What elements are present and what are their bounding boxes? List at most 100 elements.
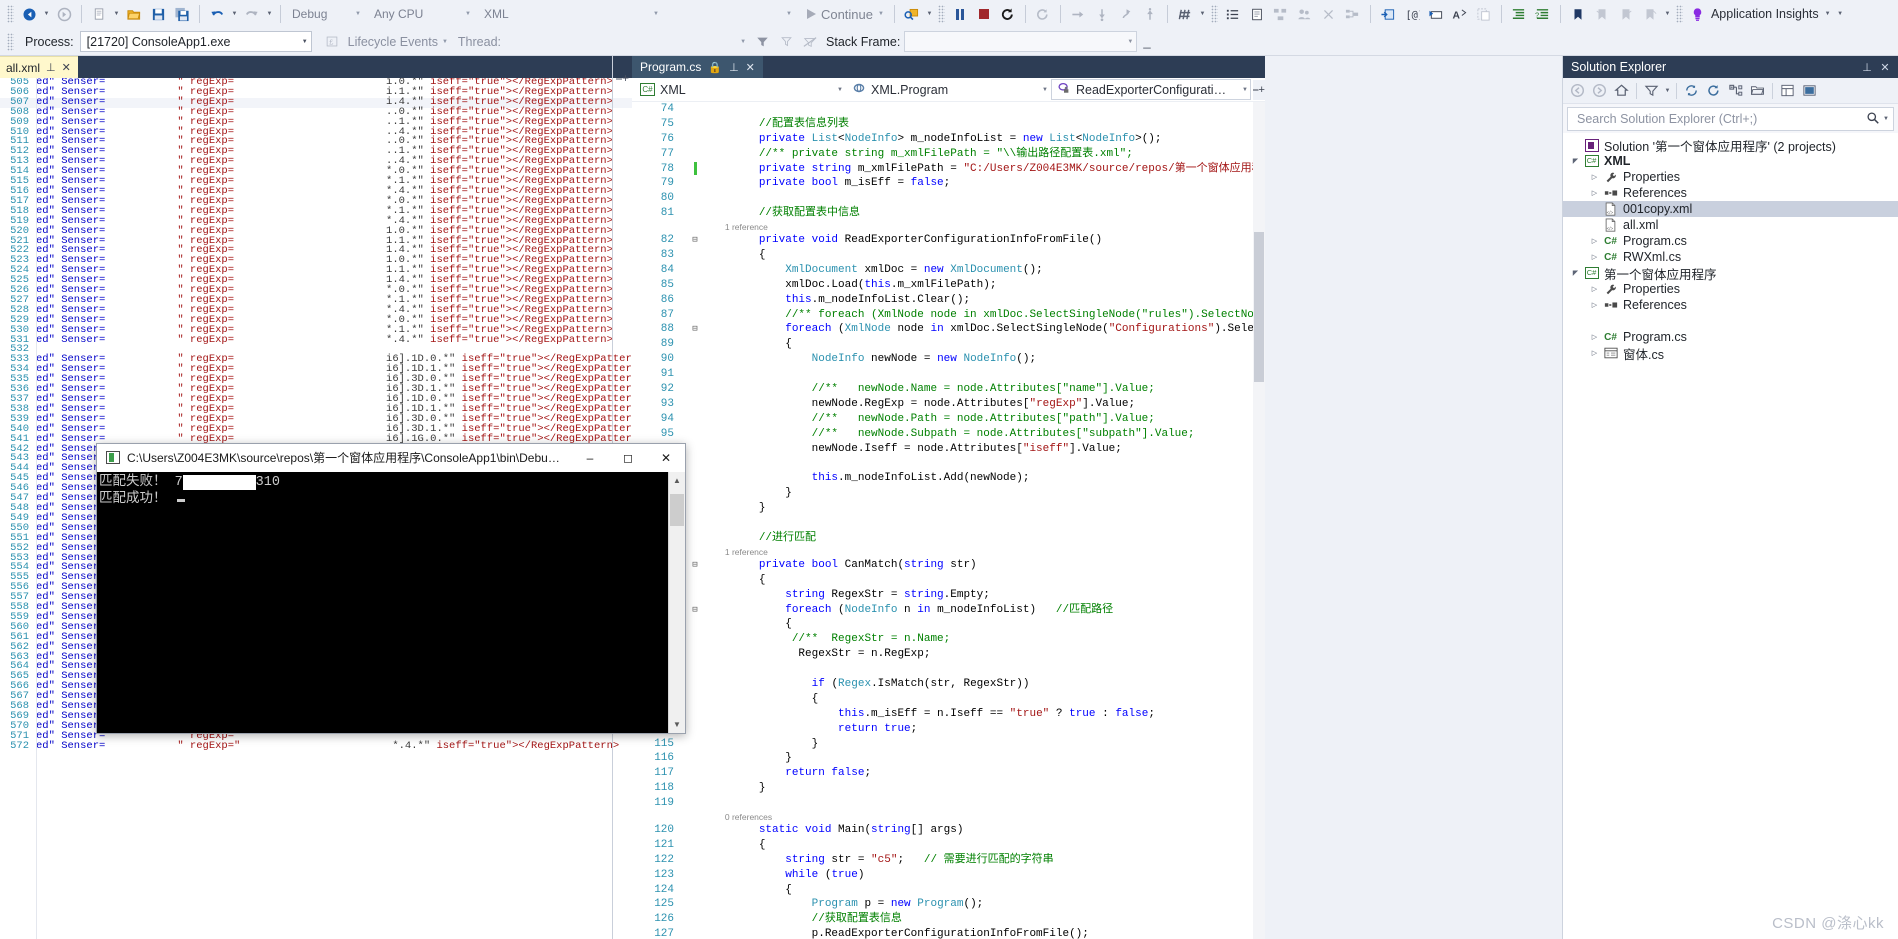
outlining-margin[interactable] (684, 412, 706, 427)
outlining-margin[interactable] (684, 382, 706, 397)
outlining-margin[interactable] (684, 573, 706, 588)
expand-arrow-icon[interactable]: ▷ (1588, 301, 1601, 309)
tree-item-references[interactable]: ▷ References (1563, 185, 1898, 201)
redo-dropdown[interactable] (264, 3, 275, 25)
editor-split-handle[interactable]: ⎯+ (1253, 80, 1265, 100)
restart-icon[interactable] (997, 3, 1019, 25)
outlining-margin[interactable]: ⊟ (684, 558, 706, 573)
tree-item-窗体-cs[interactable]: ▷ 窗体.cs (1563, 345, 1898, 362)
console-titlebar[interactable]: C:\Users\Z004E3MK\source\repos\第一个窗体应用程序… (97, 444, 685, 472)
outlining-margin[interactable] (684, 278, 706, 293)
outlining-margin[interactable] (684, 677, 706, 692)
expand-arrow-icon[interactable]: ▷ (1588, 253, 1601, 261)
outlining-margin[interactable] (684, 868, 706, 883)
new-item-dropdown[interactable] (111, 3, 122, 25)
document-outline-icon[interactable] (1246, 3, 1268, 25)
clear-bookmarks-icon[interactable] (1639, 3, 1661, 25)
close-panel-icon[interactable] (1318, 3, 1340, 25)
stop-debugging-icon[interactable] (973, 3, 995, 25)
tree-item-references[interactable]: ▷ References (1563, 297, 1898, 313)
close-icon[interactable]: ✕ (1876, 61, 1894, 74)
navbar-project-combo[interactable]: C# XML ▼ (634, 79, 846, 100)
expand-arrow-icon[interactable]: ▷ (1588, 349, 1601, 357)
outlining-margin[interactable] (684, 823, 706, 838)
undo-icon[interactable] (206, 3, 228, 25)
splitter-grip-icon[interactable]: ⎯+ (616, 70, 629, 86)
outlining-margin[interactable] (684, 707, 706, 722)
sync-with-document-icon[interactable] (1681, 80, 1702, 101)
process-combo[interactable]: [21720] ConsoleApp1.exe ▼ (79, 31, 312, 52)
step-up-icon[interactable] (1139, 3, 1161, 25)
editor-vertical-scrollbar[interactable] (1253, 102, 1265, 939)
outlining-margin[interactable] (684, 486, 706, 501)
filter-dropdown-icon[interactable] (1663, 80, 1672, 102)
class-view-icon[interactable] (1270, 3, 1292, 25)
pin-icon[interactable]: ⊥ (1858, 61, 1876, 74)
startup-project-combo[interactable]: XML ▼ (478, 4, 666, 25)
code-text-area[interactable]: 74 75 //配置表信息列表 76 private List<NodeInfo> … (632, 102, 1253, 939)
scroll-thumb[interactable] (670, 494, 684, 526)
outlining-margin[interactable] (684, 206, 706, 221)
team-explorer-icon[interactable] (1294, 3, 1316, 25)
properties-icon[interactable] (1777, 80, 1798, 101)
tree-item-all-xml[interactable]: </> all.xml (1563, 217, 1898, 233)
outlining-margin[interactable] (684, 147, 706, 162)
filter-icon[interactable] (751, 31, 773, 53)
outlining-margin[interactable] (684, 397, 706, 412)
chevron-down-icon[interactable]: ▼ (786, 11, 802, 17)
outlining-margin[interactable] (684, 897, 706, 912)
collapse-arrow-icon[interactable]: ◤ (1569, 157, 1582, 165)
outlining-margin[interactable] (684, 427, 706, 442)
tree-item-xml[interactable]: ◤ C# XML (1563, 153, 1898, 169)
collapse-arrow-icon[interactable]: ◤ (1569, 269, 1582, 277)
bookmarks-dropdown[interactable] (1662, 3, 1673, 25)
outlining-margin[interactable] (684, 751, 706, 766)
next-bookmark-icon[interactable] (1615, 3, 1637, 25)
outlining-margin[interactable] (684, 248, 706, 263)
home-icon[interactable] (1611, 80, 1632, 101)
outlining-margin[interactable] (684, 117, 706, 132)
outlining-margin[interactable] (684, 367, 706, 382)
no-filter-icon[interactable] (799, 31, 821, 53)
outlining-margin[interactable] (684, 442, 706, 457)
outlining-margin[interactable]: ⊟ (684, 603, 706, 618)
surround-with-icon[interactable]: [@] (1401, 3, 1423, 25)
pending-changes-filter-icon[interactable] (1641, 80, 1662, 101)
outlining-margin[interactable]: ⊟ (684, 233, 706, 248)
close-icon[interactable]: ✕ (746, 61, 755, 74)
chevron-down-icon[interactable]: ▼ (442, 39, 454, 45)
outlining-margin[interactable] (684, 293, 706, 308)
collapse-all-icon[interactable] (1725, 80, 1746, 101)
toggle-bookmark-icon[interactable] (1567, 3, 1589, 25)
outlining-margin[interactable] (684, 191, 706, 206)
continue-button[interactable]: Continue ▼ (802, 7, 889, 22)
console-output-area[interactable]: 匹配失败！ 7 310 匹配成功！ ▲ ▼ (97, 472, 685, 733)
step-into-icon[interactable] (1067, 3, 1089, 25)
toolbar-grip[interactable] (1675, 5, 1683, 23)
navbar-member-combo[interactable]: ReadExporterConfigurationInfoFrom ▼ (1051, 79, 1251, 100)
uncomment-block-icon[interactable]: A (1449, 3, 1471, 25)
overflow-icon[interactable]: _ (1137, 34, 1156, 49)
outlining-margin[interactable] (684, 132, 706, 147)
outlining-margin[interactable] (684, 838, 706, 853)
outlining-margin[interactable] (684, 263, 706, 278)
pin-icon[interactable]: ⊥ (46, 61, 56, 74)
outlining-margin[interactable] (684, 737, 706, 752)
solution-explorer-search[interactable]: ▼ (1567, 107, 1894, 131)
outlining-margin[interactable] (684, 781, 706, 796)
outlining-margin[interactable] (684, 647, 706, 662)
tree-item-properties[interactable]: ▷ Properties (1563, 281, 1898, 297)
lifecycle-events-icon[interactable]: £ (321, 31, 343, 53)
tab-all-xml[interactable]: all.xml ⊥ ✕ (0, 56, 78, 78)
outlining-margin[interactable] (684, 796, 706, 811)
line-numbers-icon[interactable] (1222, 3, 1244, 25)
tree-item-solution-第一个窗体应用程序-2-projects[interactable]: Solution '第一个窗体应用程序' (2 projects) (1563, 137, 1898, 154)
outlining-margin[interactable] (684, 722, 706, 737)
flag-filter-icon[interactable] (775, 31, 797, 53)
close-button[interactable]: ✕ (647, 444, 685, 471)
step-over-icon[interactable] (1091, 3, 1113, 25)
outlining-margin[interactable] (684, 912, 706, 927)
tree-item-001copy-xml[interactable]: </> 001copy.xml (1563, 201, 1898, 217)
save-icon[interactable] (147, 3, 169, 25)
expand-arrow-icon[interactable]: ▷ (1588, 173, 1601, 181)
